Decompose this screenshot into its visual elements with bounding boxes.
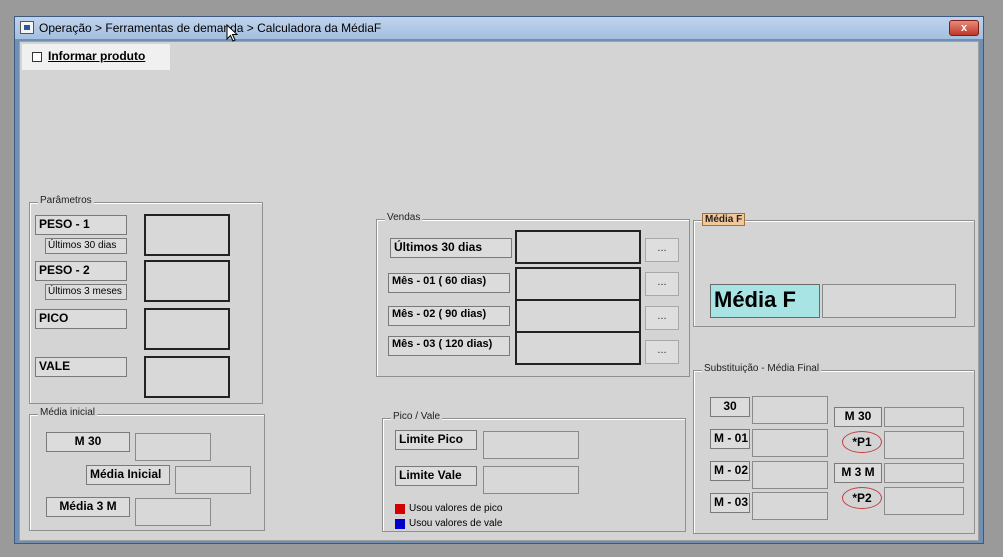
title-bar[interactable]: Operação > Ferramentas de demanda > Calc…	[15, 17, 983, 39]
media-inicial-legend: Média inicial	[38, 407, 98, 418]
ultimos-30-dias-field[interactable]	[515, 230, 641, 264]
limite-pico-field[interactable]	[483, 431, 579, 459]
p2-field[interactable]	[884, 487, 964, 515]
calculadora-window: Operação > Ferramentas de demanda > Calc…	[14, 16, 984, 544]
vale-color-swatch	[395, 519, 405, 529]
media-f-group: Média F Média F	[693, 213, 975, 327]
vale-field[interactable]	[144, 356, 230, 398]
media-3m-label: Média 3 M	[46, 497, 130, 517]
media-f-field[interactable]	[822, 284, 956, 318]
p2-marker: *P2	[842, 487, 882, 509]
sub-30-label: 30	[710, 397, 750, 417]
peso2-sub-label: Últimos 3 meses	[45, 284, 127, 300]
pico-vale-legend: Pico / Vale	[391, 411, 443, 422]
p1-marker: *P1	[842, 431, 882, 453]
media-f-legend: Média F	[702, 213, 746, 226]
sub-30-field[interactable]	[752, 396, 828, 424]
mes01-label: Mês - 01 ( 60 dias)	[388, 273, 510, 293]
media-3m-field[interactable]	[135, 498, 211, 526]
pico-color-swatch	[395, 504, 405, 514]
sub-m01-label: M - 01	[710, 429, 750, 449]
close-button[interactable]: x	[949, 20, 979, 36]
substituicao-group: Substituição - Média Final 30 M - 01 M -…	[693, 363, 975, 534]
sub-m30-label: M 30	[834, 407, 882, 427]
ultimos-30-dias-lookup-button[interactable]: ...	[645, 238, 679, 262]
media-inicial-label: Média Inicial	[86, 465, 170, 485]
pico-label: PICO	[35, 309, 127, 329]
ultimos-30-dias-label: Últimos 30 dias	[390, 238, 512, 258]
peso1-field[interactable]	[144, 214, 230, 256]
sub-m03-label: M - 03	[710, 493, 750, 513]
substituicao-legend: Substituição - Média Final	[702, 363, 822, 374]
mes01-field[interactable]	[515, 267, 641, 301]
limite-vale-label: Limite Vale	[395, 466, 477, 486]
pico-legend-text: Usou valores de pico	[409, 503, 503, 514]
mes02-lookup-button[interactable]: ...	[645, 306, 679, 330]
client-area: Informar produto Parâmetros PESO - 1 Últ…	[19, 41, 979, 541]
mouse-cursor-icon	[226, 24, 239, 42]
vendas-group: Vendas Últimos 30 dias ... Mês - 01 ( 60…	[376, 212, 690, 377]
sub-m03-field[interactable]	[752, 492, 828, 520]
parametros-group: Parâmetros PESO - 1 Últimos 30 dias PESO…	[29, 195, 263, 404]
mes03-label: Mês - 03 ( 120 dias)	[388, 336, 510, 356]
mes02-field[interactable]	[515, 299, 641, 333]
sub-m02-field[interactable]	[752, 461, 828, 489]
peso2-field[interactable]	[144, 260, 230, 302]
vendas-legend: Vendas	[385, 212, 423, 223]
sub-m3m-label: M 3 M	[834, 463, 882, 483]
parametros-legend: Parâmetros	[38, 195, 94, 206]
media-f-label: Média F	[710, 284, 820, 318]
sub-m02-label: M - 02	[710, 461, 750, 481]
vale-label: VALE	[35, 357, 127, 377]
sub-m30-field[interactable]	[884, 407, 964, 427]
mes02-label: Mês - 02 ( 90 dias)	[388, 306, 510, 326]
pico-vale-group: Pico / Vale Limite Pico Limite Vale Usou…	[382, 411, 686, 532]
mes03-lookup-button[interactable]: ...	[645, 340, 679, 364]
window-title: Operação > Ferramentas de demanda > Calc…	[39, 21, 382, 35]
media-inicial-group: Média inicial M 30 Média Inicial Média 3…	[29, 407, 265, 531]
mes03-field[interactable]	[515, 331, 641, 365]
app-icon	[20, 21, 34, 34]
sub-m01-field[interactable]	[752, 429, 828, 457]
m30-label: M 30	[46, 432, 130, 452]
informar-produto-option[interactable]: Informar produto	[22, 44, 170, 70]
mes01-lookup-button[interactable]: ...	[645, 272, 679, 296]
vale-legend-text: Usou valores de vale	[409, 518, 503, 529]
peso2-label: PESO - 2	[35, 261, 127, 281]
peso1-label: PESO - 1	[35, 215, 127, 235]
informar-produto-label[interactable]: Informar produto	[48, 49, 145, 63]
informar-produto-checkbox[interactable]	[32, 52, 42, 62]
media-inicial-field[interactable]	[175, 466, 251, 494]
limite-pico-label: Limite Pico	[395, 430, 477, 450]
m30-field[interactable]	[135, 433, 211, 461]
sub-m3m-field[interactable]	[884, 463, 964, 483]
limite-vale-field[interactable]	[483, 466, 579, 494]
pico-field[interactable]	[144, 308, 230, 350]
p1-field[interactable]	[884, 431, 964, 459]
peso1-sub-label: Últimos 30 dias	[45, 238, 127, 254]
